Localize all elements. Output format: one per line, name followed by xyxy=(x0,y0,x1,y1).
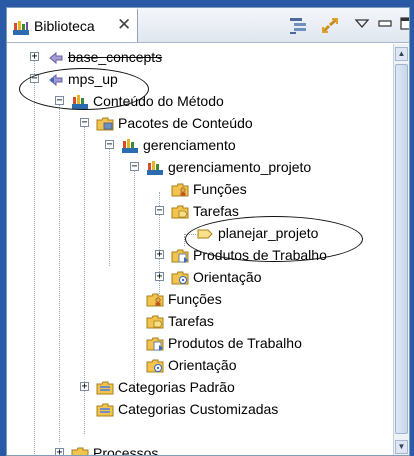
categories-folder-icon xyxy=(96,381,114,395)
plugin-icon xyxy=(49,51,63,65)
tab-biblioteca[interactable]: Biblioteca ✕ xyxy=(7,8,138,42)
tree-item-gerenciamento-projeto[interactable]: − gerenciamento_projeto xyxy=(7,158,395,178)
tree-item-label: Tarefas xyxy=(193,203,239,219)
expand-toggle[interactable]: + xyxy=(80,382,89,392)
tree-item-label: Processos xyxy=(93,445,159,456)
tasks-folder-icon xyxy=(171,205,189,219)
guidance-folder-icon xyxy=(171,271,189,285)
tree-item-label: Pacotes de Conteúdo xyxy=(118,115,253,131)
tree-item-label: Funções xyxy=(193,181,247,197)
minimize-icon[interactable] xyxy=(377,16,393,32)
tree-item-categorias-customizadas[interactable]: Categorias Customizadas xyxy=(7,400,395,420)
roles-folder-icon xyxy=(146,293,164,307)
processes-folder-icon xyxy=(71,447,89,455)
collapse-toggle[interactable]: − xyxy=(30,74,39,84)
tree-item-funcoes[interactable]: Funções xyxy=(7,180,395,200)
collapse-toggle[interactable]: − xyxy=(155,206,164,216)
roles-folder-icon xyxy=(171,183,189,197)
vertical-scrollbar[interactable]: ▲ ▼ xyxy=(393,44,409,455)
tree-item-label: mps_up xyxy=(68,71,118,87)
collapse-toggle[interactable]: − xyxy=(55,96,64,106)
library-tree: + base_concepts − mps_up − Conteúdo do M… xyxy=(7,44,395,456)
tree-item-label: Categorias Customizadas xyxy=(118,401,279,417)
tasks-folder-icon xyxy=(146,315,164,329)
library-icon xyxy=(13,21,29,35)
expand-toggle[interactable]: + xyxy=(30,52,39,62)
tree-connector xyxy=(184,234,196,235)
tree-item-label: Produtos de Trabalho xyxy=(193,247,327,263)
collapse-toggle[interactable]: − xyxy=(105,140,114,150)
work-products-folder-icon xyxy=(171,249,189,263)
tree-item-produtos-trabalho[interactable]: + Produtos de Trabalho xyxy=(7,246,395,266)
tree-item-processos[interactable]: + Processos xyxy=(7,444,395,456)
expand-toggle[interactable]: + xyxy=(55,448,64,455)
tree-item-label: Funções xyxy=(168,291,222,307)
tree-item-mps-up[interactable]: − mps_up xyxy=(7,70,395,90)
tree-item-funcoes[interactable]: Funções xyxy=(7,290,395,310)
tree-item-orientacao[interactable]: + Orientação xyxy=(7,268,395,288)
tree-item-orientacao[interactable]: Orientação xyxy=(7,356,395,376)
tree-item-label: Categorias Padrão xyxy=(118,379,235,395)
tree-item-gerenciamento[interactable]: − gerenciamento xyxy=(7,136,395,156)
link-with-editor-icon[interactable] xyxy=(320,16,340,36)
method-content-icon xyxy=(122,139,138,153)
categories-folder-icon xyxy=(96,403,114,417)
tree-item-label: planejar_projeto xyxy=(218,225,319,241)
tree-item-conteudo-metodo[interactable]: − Conteúdo do Método xyxy=(7,92,395,112)
tree-item-categorias-padrao[interactable]: + Categorias Padrão xyxy=(7,378,395,398)
library-view: Biblioteca ✕ + base_concepts − mps_up − … xyxy=(6,7,410,456)
tree-item-label: Produtos de Trabalho xyxy=(168,335,302,351)
method-content-icon xyxy=(72,95,88,109)
tree-item-base-concepts[interactable]: + base_concepts xyxy=(7,48,395,68)
collapse-toggle[interactable]: − xyxy=(130,162,139,172)
collapse-all-icon[interactable] xyxy=(289,16,309,36)
view-menu-icon[interactable] xyxy=(354,16,370,32)
tree-item-pacotes-conteudo[interactable]: − Pacotes de Conteúdo xyxy=(7,114,395,134)
scroll-up-icon[interactable]: ▲ xyxy=(395,47,408,61)
scroll-down-icon[interactable]: ▼ xyxy=(395,440,408,454)
task-icon xyxy=(197,229,213,239)
tree-item-label: base_concepts xyxy=(68,49,163,65)
tree-item-label: gerenciamento_projeto xyxy=(168,159,312,175)
tree-item-tarefas[interactable]: Tarefas xyxy=(7,312,395,332)
tree-item-label: gerenciamento xyxy=(143,137,236,153)
expand-toggle[interactable]: + xyxy=(155,272,164,282)
tree-item-planejar-projeto[interactable]: planejar_projeto xyxy=(7,224,395,244)
expand-toggle[interactable]: + xyxy=(155,250,164,260)
plugin-icon xyxy=(49,73,63,87)
guidance-folder-icon xyxy=(146,359,164,373)
maximize-icon[interactable] xyxy=(399,16,410,32)
work-products-folder-icon xyxy=(146,337,164,351)
collapse-toggle[interactable]: − xyxy=(80,118,89,128)
package-folder-icon xyxy=(96,117,114,131)
tab-title: Biblioteca xyxy=(34,18,95,34)
method-content-icon xyxy=(147,161,163,175)
close-icon[interactable]: ✕ xyxy=(117,15,131,35)
tree-item-produtos-trabalho[interactable]: Produtos de Trabalho xyxy=(7,334,395,354)
tree-item-tarefas[interactable]: − Tarefas xyxy=(7,202,395,222)
view-titlebar: Biblioteca ✕ xyxy=(7,8,409,43)
tree-item-label: Orientação xyxy=(168,357,237,373)
tree-item-label: Orientação xyxy=(193,269,262,285)
tree-item-label: Tarefas xyxy=(168,313,214,329)
tree-item-label: Conteúdo do Método xyxy=(93,93,224,109)
scroll-thumb[interactable] xyxy=(395,64,408,434)
